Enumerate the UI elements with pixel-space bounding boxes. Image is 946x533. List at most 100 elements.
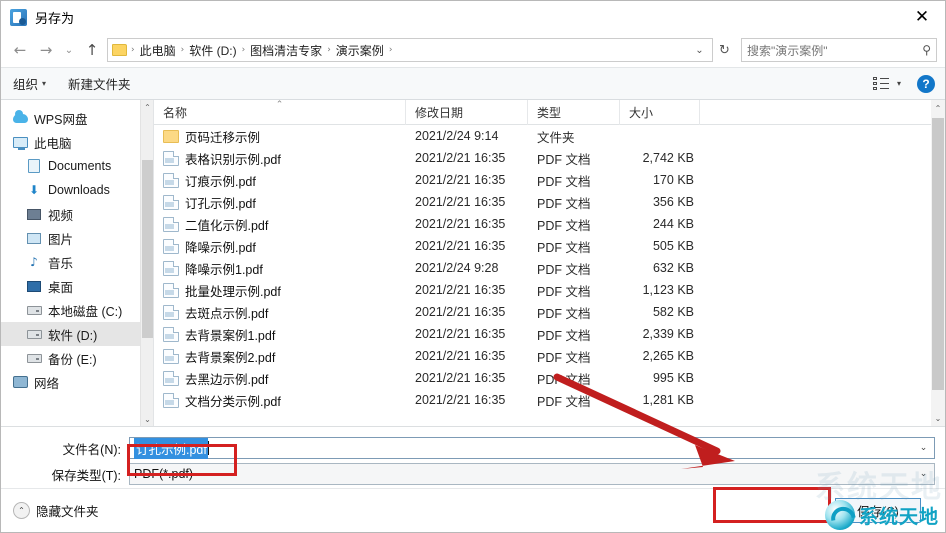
watermark-logo-icon [824, 500, 855, 530]
file-name-label: 页码迁移示例 [185, 130, 261, 145]
recent-locations-button[interactable]: ⌄ [59, 37, 79, 63]
table-row[interactable]: 降噪示例1.pdf 2021/2/24 9:28 PDF 文档 632 KB [154, 257, 945, 279]
pdf-file-icon [163, 194, 179, 210]
table-row[interactable]: 批量处理示例.pdf 2021/2/21 16:35 PDF 文档 1,123 KB [154, 279, 945, 301]
table-row[interactable]: 订孔示例.pdf 2021/2/21 16:35 PDF 文档 356 KB [154, 191, 945, 213]
column-header-size[interactable]: 大小 [620, 99, 700, 125]
table-row[interactable]: 表格识别示例.pdf 2021/2/21 16:35 PDF 文档 2,742 KB [154, 147, 945, 169]
pdf-file-icon [163, 238, 179, 254]
organize-label: 组织 [13, 78, 39, 92]
dialog-footer: ⌃ 隐藏文件夹 保存(S) [1, 488, 945, 532]
filetype-label: 保存类型(T): [51, 468, 121, 483]
pdf-file-icon [163, 348, 179, 364]
table-row[interactable]: 降噪示例.pdf 2021/2/21 16:35 PDF 文档 505 KB [154, 235, 945, 257]
file-type-cell: 文件夹 [537, 130, 575, 145]
sidebar-item-3[interactable]: ⬇ Downloads [1, 178, 141, 202]
sidebar-item-4[interactable]: 视频 [1, 202, 141, 226]
address-bar[interactable]: › 此电脑 › 软件 (D:) › 图档清洁专家 › 演示案例 › ⌄ [107, 38, 713, 62]
sidebar-item-9[interactable]: 软件 (D:) [1, 322, 141, 346]
sidebar-item-label: 音乐 [48, 256, 74, 271]
file-size-cell: 244 KB [652, 217, 694, 231]
file-date-cell: 2021/2/21 16:35 [415, 173, 506, 187]
sort-ascending-icon: ⌃ [275, 99, 284, 110]
file-size-cell: 632 KB [652, 261, 694, 275]
breadcrumb-separator: › [327, 45, 331, 55]
breadcrumb-item-2[interactable]: 图档清洁专家 [247, 42, 325, 59]
window-title: 另存为 [35, 10, 75, 26]
column-header-name[interactable]: ⌃ 名称 [154, 99, 406, 125]
organize-button[interactable]: 组织 ▾ [13, 74, 46, 93]
table-row[interactable]: 文档分类示例.pdf 2021/2/21 16:35 PDF 文档 1,281 KB [154, 389, 945, 411]
breadcrumb-item-1[interactable]: 软件 (D:) [186, 42, 239, 59]
file-type-cell: PDF 文档 [537, 174, 591, 189]
table-row[interactable]: 页码迁移示例 2021/2/24 9:14 文件夹 [154, 125, 945, 147]
file-date-cell: 2021/2/21 16:35 [415, 195, 506, 209]
navigation-sidebar: WPS网盘此电脑 Documents ⬇ Downloads 视频图片 ♪ 音乐 桌面 本地磁盘… [1, 100, 154, 426]
file-name-label: 订孔示例.pdf [185, 196, 256, 211]
drive-icon-glyph [26, 329, 42, 339]
breadcrumb-item-0[interactable]: 此电脑 [137, 42, 179, 59]
table-row[interactable]: 订痕示例.pdf 2021/2/21 16:35 PDF 文档 170 KB [154, 169, 945, 191]
filename-value: 订孔示例.pdf [134, 437, 208, 459]
file-name-cell: 页码迁移示例 [154, 127, 406, 146]
file-name-label: 去斑点示例.pdf [185, 306, 269, 321]
refresh-icon[interactable]: ↻ [714, 39, 735, 61]
back-button[interactable]: ← [7, 37, 33, 63]
sidebar-item-7[interactable]: 桌面 [1, 274, 141, 298]
sidebar-scroll-thumb[interactable] [142, 160, 153, 338]
help-icon[interactable]: ? [917, 74, 935, 93]
chevron-down-icon[interactable]: ⌄ [689, 39, 710, 61]
sidebar-item-label: 视频 [48, 208, 74, 223]
close-icon[interactable]: ✕ [899, 1, 945, 33]
file-name-cell: 去背景案例1.pdf [154, 325, 406, 344]
filename-input[interactable]: 订孔示例.pdf ⌄ [129, 437, 935, 459]
table-row[interactable]: 二值化示例.pdf 2021/2/21 16:35 PDF 文档 244 KB [154, 213, 945, 235]
scroll-down-icon[interactable]: ⌄ [931, 410, 945, 426]
column-header-row: ⌃ 名称 修改日期 类型 大小 [154, 99, 945, 125]
network-icon [11, 374, 29, 390]
breadcrumb-item-3[interactable]: 演示案例 [333, 42, 387, 59]
sidebar-scrollbar[interactable]: ⌃ ⌄ [140, 100, 153, 426]
file-name-label: 降噪示例1.pdf [185, 262, 263, 277]
chevron-down-icon: ▾ [896, 79, 901, 88]
table-row[interactable]: 去斑点示例.pdf 2021/2/21 16:35 PDF 文档 582 KB [154, 301, 945, 323]
column-header-date[interactable]: 修改日期 [406, 99, 528, 125]
file-name-cell: 表格识别示例.pdf [154, 149, 406, 168]
scroll-up-icon[interactable]: ⌃ [141, 100, 153, 114]
table-row[interactable]: 去背景案例2.pdf 2021/2/21 16:35 PDF 文档 2,265 KB [154, 345, 945, 367]
file-list-scrollbar[interactable]: ⌃ ⌄ [931, 100, 945, 426]
sidebar-item-label: 此电脑 [34, 136, 72, 151]
file-type-cell: PDF 文档 [537, 196, 591, 211]
sidebar-item-11[interactable]: 网络 [1, 370, 141, 394]
pdf-file-icon [163, 260, 179, 276]
scroll-down-icon[interactable]: ⌄ [141, 412, 153, 426]
search-input[interactable]: 搜索"演示案例" ⚲ [741, 38, 937, 62]
sidebar-item-2[interactable]: Documents [1, 154, 141, 178]
pdf-file-icon [163, 326, 179, 342]
sidebar-item-8[interactable]: 本地磁盘 (C:) [1, 298, 141, 322]
sidebar-item-6[interactable]: ♪ 音乐 [1, 250, 141, 274]
videos-icon-glyph [27, 208, 41, 220]
file-name-label: 批量处理示例.pdf [185, 284, 281, 299]
new-folder-button[interactable]: 新建文件夹 [68, 74, 131, 93]
file-name-cell: 文档分类示例.pdf [154, 391, 406, 410]
file-name-label: 去黑边示例.pdf [185, 372, 269, 387]
hide-folders-button[interactable]: ⌃ 隐藏文件夹 [13, 501, 99, 520]
chevron-down-icon[interactable]: ⌄ [915, 443, 932, 453]
sidebar-item-1[interactable]: 此电脑 [1, 130, 141, 154]
table-row[interactable]: 去背景案例1.pdf 2021/2/21 16:35 PDF 文档 2,339 KB [154, 323, 945, 345]
computer-icon-glyph [12, 136, 28, 150]
sidebar-item-5[interactable]: 图片 [1, 226, 141, 250]
view-options-button[interactable]: ▾ [872, 76, 901, 91]
column-header-type[interactable]: 类型 [528, 99, 620, 125]
sidebar-item-10[interactable]: 备份 (E:) [1, 346, 141, 370]
forward-button[interactable]: → [33, 37, 59, 63]
file-date-cell: 2021/2/21 16:35 [415, 371, 506, 385]
network-icon-glyph [12, 376, 28, 388]
table-row[interactable]: 去黑边示例.pdf 2021/2/21 16:35 PDF 文档 995 KB [154, 367, 945, 389]
scroll-up-icon[interactable]: ⌃ [931, 100, 945, 116]
sidebar-item-0[interactable]: WPS网盘 [1, 106, 141, 130]
up-button[interactable]: ↑ [79, 37, 105, 63]
file-list-scroll-thumb[interactable] [932, 118, 944, 390]
sidebar-item-list: WPS网盘此电脑 Documents ⬇ Downloads 视频图片 ♪ 音乐 桌面 本地磁盘… [1, 100, 141, 394]
